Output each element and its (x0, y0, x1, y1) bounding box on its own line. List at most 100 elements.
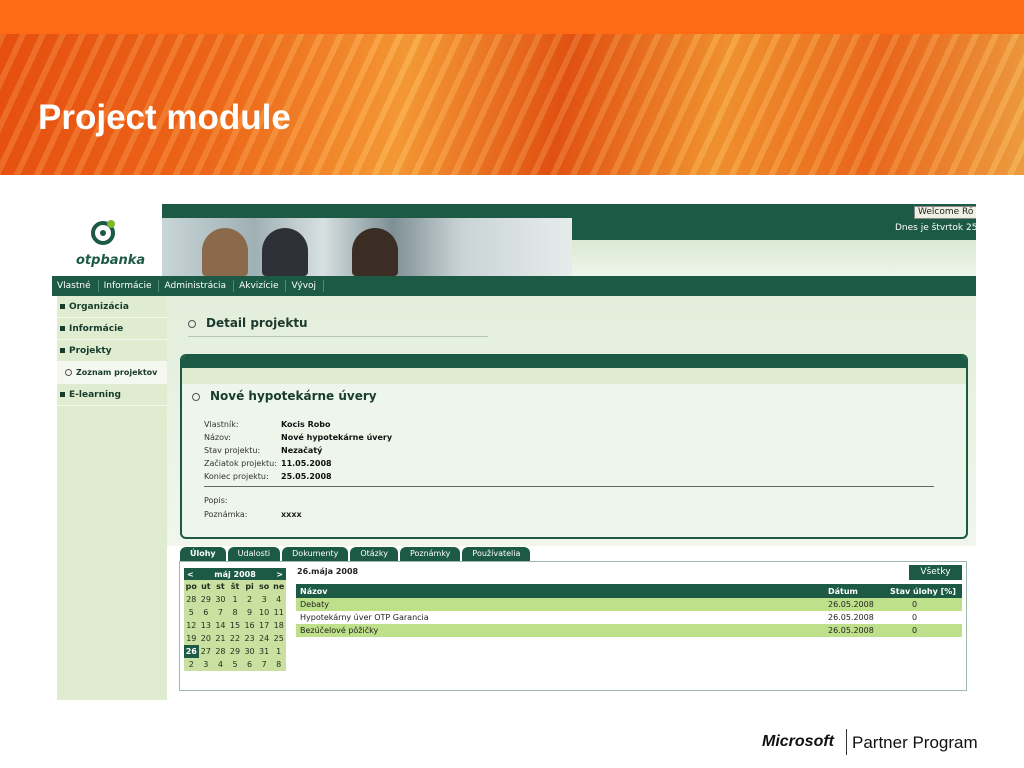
slide-banner (0, 0, 1024, 175)
project-title-text: Nové hypotekárne úvery (210, 389, 377, 403)
calendar-day[interactable]: 29 (228, 645, 243, 658)
table-row[interactable]: Bezúčelové pôžičky 26.05.2008 0 (296, 624, 962, 637)
column-header-datum[interactable]: Dátum (824, 584, 886, 598)
calendar-day[interactable]: 29 (199, 593, 214, 606)
field-label: Poznámka: (204, 510, 248, 519)
calendar-day[interactable]: 14 (213, 619, 228, 632)
calendar-day[interactable]: 25 (271, 632, 286, 645)
calendar-next-button[interactable]: > (276, 570, 283, 579)
calendar-day[interactable]: 6 (242, 658, 257, 671)
calendar-day[interactable]: 6 (199, 606, 214, 619)
field-row: Vlastník: Kocis Robo (204, 418, 392, 431)
calendar-month: máj 2008 (214, 569, 256, 579)
table-row[interactable]: Debaty 26.05.2008 0 (296, 598, 962, 611)
calendar-day[interactable]: 2 (184, 658, 199, 671)
topnav-informacie[interactable]: Informácie (99, 280, 160, 292)
field-value: Nezačatý (281, 446, 323, 455)
calendar-day[interactable]: 17 (257, 619, 272, 632)
sidebar-item-informacie[interactable]: Informácie (57, 318, 167, 340)
calendar-day[interactable]: 28 (184, 593, 199, 606)
welcome-box: Welcome Ró (914, 206, 976, 219)
app-header: otpbanka Welcome Ró Dnes je štvrtok 25 (52, 204, 976, 276)
calendar-day-name: pi (245, 582, 254, 591)
task-name[interactable]: Debaty (296, 598, 824, 611)
calendar-prev-button[interactable]: < (187, 570, 194, 579)
sidebar-item-organizacia[interactable]: Organizácia (57, 296, 167, 318)
sidebar-subitem-zoznam-projektov[interactable]: Zoznam projektov (57, 362, 167, 384)
tab-poznamky[interactable]: Poznámky (399, 547, 461, 561)
topnav-akvizicie[interactable]: Akvizície (234, 280, 287, 292)
topnav-vlastne[interactable]: Vlastné (52, 280, 99, 292)
sidebar: Organizácia Informácie Projekty Zoznam p… (57, 296, 167, 700)
calendar-day[interactable]: 24 (257, 632, 272, 645)
calendar-day[interactable]: 23 (242, 632, 257, 645)
task-status: 0 (886, 624, 962, 637)
calendar-day[interactable]: 10 (257, 606, 272, 619)
calendar-day[interactable]: 11 (271, 606, 286, 619)
table-row[interactable]: Hypotekárny úver OTP Garancia 26.05.2008… (296, 611, 962, 624)
topnav-administracia[interactable]: Administrácia (159, 280, 235, 292)
calendar-day[interactable]: 16 (242, 619, 257, 632)
calendar-day[interactable]: 27 (199, 645, 214, 658)
calendar-day[interactable]: 13 (199, 619, 214, 632)
calendar-day-name: po (185, 582, 197, 591)
calendar-day[interactable]: 26 (184, 645, 199, 658)
calendar-day[interactable]: 7 (213, 606, 228, 619)
calendar-day[interactable]: 1 (228, 593, 243, 606)
field-value: 11.05.2008 (281, 459, 332, 468)
calendar-day[interactable]: 18 (271, 619, 286, 632)
date-text: Dnes je štvrtok 25 (895, 223, 976, 233)
sidebar-item-label: Zoznam projektov (76, 368, 158, 377)
tab-ulohy[interactable]: Úlohy (180, 547, 226, 561)
field-label: Názov: (204, 433, 231, 442)
topnav-vyvoj[interactable]: Vývoj (286, 280, 325, 292)
sidebar-item-projekty[interactable]: Projekty (57, 340, 167, 362)
column-header-stav[interactable]: Stav úlohy [%] (886, 584, 962, 598)
field-row: Koniec projektu: 25.05.2008 (204, 470, 392, 483)
column-header-nazov[interactable]: Názov (296, 584, 824, 598)
calendar-day[interactable]: 8 (228, 606, 243, 619)
calendar-day[interactable]: 21 (213, 632, 228, 645)
calendar-day[interactable]: 5 (184, 606, 199, 619)
field-row: Popis: (204, 494, 302, 508)
field-value: Kocis Robo (281, 420, 331, 429)
calendar-day[interactable]: 31 (257, 645, 272, 658)
tab-udalosti[interactable]: Udalosti (227, 547, 281, 561)
tab-pouzivatelia[interactable]: Používatelia (462, 547, 531, 561)
calendar-day[interactable]: 5 (228, 658, 243, 671)
calendar-day[interactable]: 4 (271, 593, 286, 606)
calendar-day[interactable]: 19 (184, 632, 199, 645)
field-label: Koniec projektu: (204, 472, 269, 481)
tasks-date: 26.mája 2008 (297, 567, 359, 576)
calendar-day[interactable]: 3 (199, 658, 214, 671)
calendar-day[interactable]: 4 (213, 658, 228, 671)
calendar-header: < máj 2008 > (184, 568, 286, 580)
calendar-day[interactable]: 22 (228, 632, 243, 645)
sidebar-item-e-learning[interactable]: E-learning (57, 384, 167, 406)
calendar-day[interactable]: 1 (271, 645, 286, 658)
task-name[interactable]: Hypotekárny úver OTP Garancia (296, 611, 824, 624)
calendar-day[interactable]: 3 (257, 593, 272, 606)
calendar-day[interactable]: 12 (184, 619, 199, 632)
app-screenshot: otpbanka Welcome Ró Dnes je štvrtok 25 V… (52, 204, 976, 700)
calendar-day[interactable]: 2 (242, 593, 257, 606)
calendar-day[interactable]: 15 (228, 619, 243, 632)
bullet-circle-icon (188, 319, 196, 328)
task-name[interactable]: Bezúčelové pôžičky (296, 624, 824, 637)
calendar-day[interactable]: 8 (271, 658, 286, 671)
calendar-day[interactable]: 28 (213, 645, 228, 658)
all-tasks-button[interactable]: Všetky (909, 565, 962, 580)
calendar-day[interactable]: 20 (199, 632, 214, 645)
project-tabs: Úlohy Udalosti Dokumenty Otázky Poznámky… (180, 547, 532, 561)
tab-dokumenty[interactable]: Dokumenty (282, 547, 349, 561)
sidebar-item-label: Informácie (69, 323, 124, 334)
calendar-day[interactable]: 7 (257, 658, 272, 671)
bullet-square-icon (60, 392, 65, 397)
calendar-day[interactable]: 30 (213, 593, 228, 606)
partner-program-text: Partner Program (852, 733, 978, 752)
tab-otazky[interactable]: Otázky (350, 547, 398, 561)
logo-text: otpbanka (76, 253, 146, 268)
header-photo (162, 218, 622, 276)
calendar-day[interactable]: 9 (242, 606, 257, 619)
calendar-day[interactable]: 30 (242, 645, 257, 658)
